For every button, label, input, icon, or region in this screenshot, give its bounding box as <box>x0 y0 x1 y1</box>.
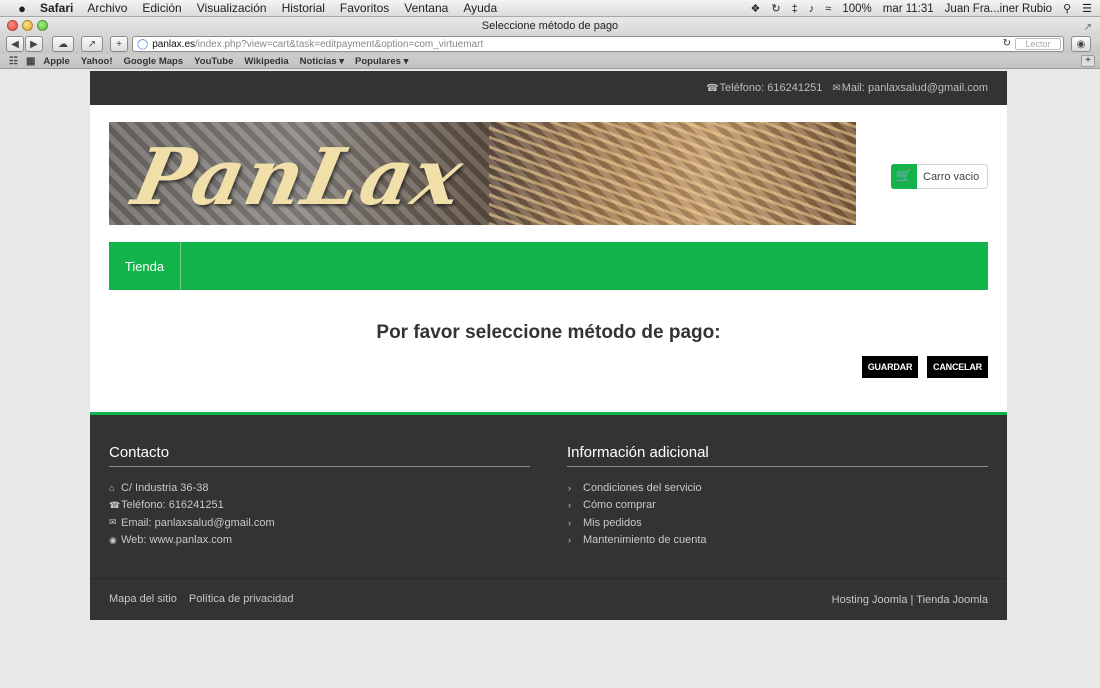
window-titlebar: Seleccione método de pago ↗ <box>0 17 1100 35</box>
share-icon[interactable]: ↗ <box>81 36 103 52</box>
icloud-tabs-icon[interactable]: ☁ <box>52 36 74 52</box>
time-machine-icon[interactable]: ↻ <box>771 2 780 15</box>
add-tab-plus-icon[interactable]: + <box>1081 55 1095 67</box>
topbar-mail[interactable]: ✉Mail: panlaxsalud@gmail.com <box>832 82 988 94</box>
menu-favoritos[interactable]: Favoritos <box>340 1 389 15</box>
topbar-phone: ☎Teléfono: 616241251 <box>706 82 823 94</box>
menu-ventana[interactable]: Ventana <box>404 1 448 15</box>
notification-center-icon[interactable]: ☰ <box>1082 2 1092 15</box>
downloads-icon[interactable]: ◉ <box>1071 36 1091 52</box>
hosting-credit[interactable]: Hosting Joomla | Tienda Joomla <box>832 594 988 606</box>
menu-extras: ❖ ↻ ‡ ♪ ≈ 100% mar 11:31 Juan Fra...iner… <box>751 0 1092 17</box>
reader-button[interactable]: Lector <box>1015 38 1061 50</box>
bookmark-wikipedia[interactable]: Wikipedia <box>244 56 288 67</box>
home-icon: ⌂ <box>109 482 115 493</box>
bookmark-google-maps[interactable]: Google Maps <box>123 56 183 67</box>
cart-module[interactable]: 🛒 Carro vacio <box>891 163 988 189</box>
dropbox-icon[interactable]: ❖ <box>751 2 761 15</box>
close-window-button[interactable] <box>7 20 18 31</box>
globe-icon: ◯ <box>137 38 149 50</box>
menu-edicion[interactable]: Edición <box>142 1 181 15</box>
envelope-icon: ✉ <box>109 517 117 528</box>
new-tab-plus-icon[interactable]: + <box>110 36 128 52</box>
battery-status[interactable]: 100% <box>842 3 871 15</box>
menu-app-name[interactable]: Safari <box>40 1 73 15</box>
contact-web[interactable]: ◉ Web: www.panlax.com <box>109 532 530 550</box>
cart-icon: 🛒 <box>891 163 917 189</box>
main-nav: Tienda <box>109 242 988 290</box>
bookmark-populares[interactable]: Populares ▾ <box>355 56 408 67</box>
window-title: Seleccione método de pago <box>481 20 619 32</box>
back-button[interactable]: ◀ <box>6 36 24 52</box>
info-link-account[interactable]: › Mantenimiento de cuenta <box>567 532 988 550</box>
url-path: /index.php?view=cart&task=editpayment&op… <box>195 38 484 50</box>
info-heading: Información adicional <box>567 444 988 467</box>
bookmark-youtube[interactable]: YouTube <box>194 56 233 67</box>
bookmark-yahoo[interactable]: Yahoo! <box>81 56 113 67</box>
menu-ayuda[interactable]: Ayuda <box>463 1 497 15</box>
logo-banner[interactable]: PanLax <box>109 122 856 225</box>
info-link-my-orders[interactable]: › Mis pedidos <box>567 514 988 532</box>
menu-user[interactable]: Juan Fra...iner Rubio <box>945 3 1052 15</box>
phone-icon: ☎ <box>706 83 719 94</box>
address-bar[interactable]: ◯ panlax.es /index.php?view=cart&task=ed… <box>132 36 1064 52</box>
bluetooth-icon[interactable]: ‡ <box>792 3 798 15</box>
browser-toolbar: ◀ ▶ ☁ ↗ + ◯ panlax.es /index.php?view=ca… <box>0 35 1100 54</box>
chevron-right-icon: › <box>568 535 571 546</box>
envelope-icon: ✉ <box>832 83 841 94</box>
minimize-window-button[interactable] <box>22 20 33 31</box>
contact-address: ⌂ C/ Industria 36-38 <box>109 481 209 494</box>
top-sites-icon[interactable]: ▦ <box>26 56 35 67</box>
contact-email[interactable]: ✉ Email: panlaxsalud@gmail.com <box>109 514 530 532</box>
info-link-conditions[interactable]: › Condiciones del servicio <box>567 479 988 497</box>
contact-phone: ☎ Teléfono: 616241251 <box>109 499 224 512</box>
sitemap-link[interactable]: Mapa del sitio <box>109 593 177 605</box>
logo-text: PanLax <box>125 132 473 223</box>
footer-info: Información adicional › Condiciones del s… <box>567 444 988 549</box>
bookmark-apple[interactable]: Apple <box>43 56 69 67</box>
contact-top-bar: ☎Teléfono: 616241251 ✉Mail: panlaxsalud@… <box>90 71 1007 105</box>
apple-menu-icon[interactable]: ● <box>14 1 30 16</box>
site-header: PanLax 🛒 Carro vacio <box>90 105 1007 242</box>
volume-icon[interactable]: ♪ <box>809 3 815 15</box>
bookmarks-bar: ☷ ▦ Apple Yahoo! Google Maps YouTube Wik… <box>0 54 1100 69</box>
menu-visualizacion[interactable]: Visualización <box>197 1 267 15</box>
banner-wheat <box>489 122 856 225</box>
privacy-link[interactable]: Política de privacidad <box>189 593 294 605</box>
save-button[interactable]: GUARDAR <box>862 356 918 378</box>
contact-heading: Contacto <box>109 444 530 467</box>
reload-icon[interactable]: ↻ <box>1003 38 1011 49</box>
phone-icon: ☎ <box>109 499 121 510</box>
menu-clock[interactable]: mar 11:31 <box>883 3 934 15</box>
wifi-icon[interactable]: ≈ <box>825 3 831 15</box>
footer-bottom-links: Mapa del sitio Política de privacidad <box>109 593 293 605</box>
page-title: Por favor seleccione método de pago: <box>376 322 721 343</box>
web-page: ☎Teléfono: 616241251 ✉Mail: panlaxsalud@… <box>90 71 1007 620</box>
chevron-right-icon: › <box>568 500 571 511</box>
globe-icon: ◉ <box>109 534 117 545</box>
site-footer: Contacto ⌂ C/ Industria 36-38 ☎ Teléfono: … <box>90 415 1007 620</box>
spotlight-icon[interactable]: ⚲ <box>1063 2 1071 15</box>
macos-menu-bar: ● Safari Archivo Edición Visualización H… <box>0 0 1100 17</box>
nav-item-tienda[interactable]: Tienda <box>109 242 181 290</box>
chevron-right-icon: › <box>568 482 571 493</box>
menu-historial[interactable]: Historial <box>282 1 325 15</box>
zoom-window-button[interactable] <box>37 20 48 31</box>
cart-label: Carro vacio <box>923 170 980 183</box>
reading-list-icon[interactable]: ☷ <box>9 56 18 67</box>
bookmark-noticias[interactable]: Noticias ▾ <box>300 56 344 67</box>
chevron-right-icon: › <box>568 517 571 528</box>
forward-button[interactable]: ▶ <box>25 36 43 52</box>
url-domain: panlax.es <box>152 38 196 50</box>
menu-archivo[interactable]: Archivo <box>87 1 127 15</box>
footer-divider <box>90 578 1007 579</box>
cancel-button[interactable]: CANCELAR <box>927 356 988 378</box>
footer-contact: Contacto ⌂ C/ Industria 36-38 ☎ Teléfono: … <box>109 444 530 549</box>
info-link-how-to-buy[interactable]: › Cómo comprar <box>567 497 988 515</box>
